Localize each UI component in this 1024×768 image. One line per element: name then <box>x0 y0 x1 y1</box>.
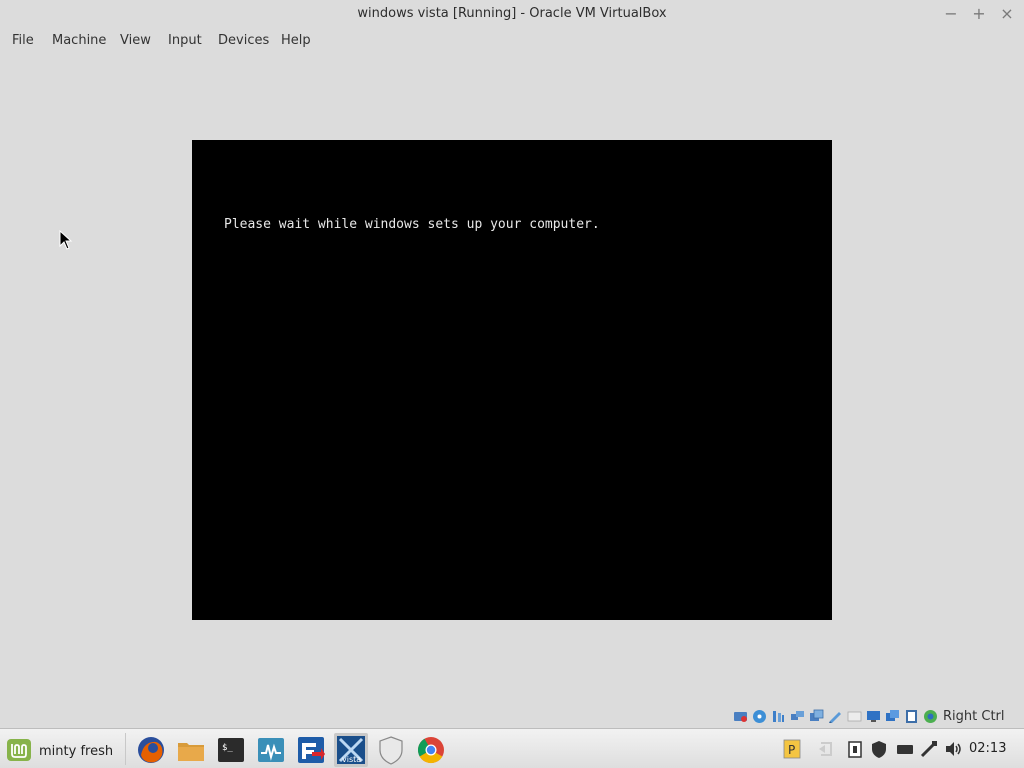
maximize-button[interactable]: + <box>968 3 990 25</box>
clipboard-icon[interactable] <box>845 739 865 759</box>
vm-setup-message: Please wait while windows sets up your c… <box>224 217 600 232</box>
usb-icon[interactable] <box>809 709 824 724</box>
vista-badge-label: vista <box>342 755 361 764</box>
taskbar: minty fresh $_ vista P 02:13 <box>0 728 1024 768</box>
mouse-cursor-icon <box>59 230 73 250</box>
optical-drive-icon[interactable] <box>752 709 767 724</box>
chrome-icon[interactable] <box>414 733 448 767</box>
menu-view[interactable]: View <box>120 33 151 48</box>
svg-text:$_: $_ <box>222 743 233 753</box>
menu-devices[interactable]: Devices <box>218 33 269 48</box>
shield-icon[interactable] <box>374 733 408 767</box>
vbox-status-bar: Right Ctrl <box>730 708 1024 726</box>
video-capture-icon[interactable] <box>866 709 881 724</box>
taskbar-separator <box>125 733 126 765</box>
menu-file[interactable]: File <box>12 33 34 48</box>
files-icon[interactable] <box>174 733 208 767</box>
terminal-icon[interactable]: $_ <box>214 733 248 767</box>
linux-mint-logo-icon <box>7 739 31 761</box>
firefox-icon[interactable] <box>134 733 168 767</box>
mouse-integration-icon[interactable] <box>923 709 938 724</box>
network-icon[interactable] <box>790 709 805 724</box>
svg-text:P: P <box>788 743 795 757</box>
hard-disk-icon[interactable] <box>733 709 748 724</box>
menu-help[interactable]: Help <box>281 33 311 48</box>
minimize-button[interactable]: − <box>940 3 962 25</box>
shield-tray-icon[interactable] <box>869 739 889 759</box>
start-menu-button[interactable]: minty fresh <box>4 733 120 765</box>
window-title: windows vista [Running] - Oracle VM Virt… <box>357 6 667 21</box>
menu-bar: File Machine View Input Devices Help <box>0 28 1024 54</box>
menu-machine[interactable]: Machine <box>52 33 106 48</box>
pidgin-icon[interactable]: P <box>782 739 802 759</box>
update-icon[interactable] <box>816 739 836 759</box>
menu-input[interactable]: Input <box>168 33 202 48</box>
vm-display[interactable]: Please wait while windows sets up your c… <box>192 140 832 620</box>
volume-icon[interactable] <box>943 739 963 759</box>
audio-icon[interactable] <box>771 709 786 724</box>
shared-folders-icon[interactable] <box>828 709 843 724</box>
clock[interactable]: 02:13 <box>969 741 1006 756</box>
host-key-label: Right Ctrl <box>943 709 1005 724</box>
system-monitor-icon[interactable] <box>254 733 288 767</box>
title-bar: windows vista [Running] - Oracle VM Virt… <box>0 0 1024 28</box>
network-cable-icon[interactable] <box>919 739 939 759</box>
close-button[interactable]: × <box>996 3 1018 25</box>
guest-additions-icon[interactable] <box>885 709 900 724</box>
keyboard-icon[interactable] <box>895 739 915 759</box>
start-menu-label: minty fresh <box>39 744 114 759</box>
display-icon[interactable] <box>847 709 862 724</box>
virtualbox-vista-icon[interactable]: vista <box>334 733 368 767</box>
cpu-icon[interactable] <box>904 709 919 724</box>
filezilla-icon[interactable] <box>294 733 328 767</box>
